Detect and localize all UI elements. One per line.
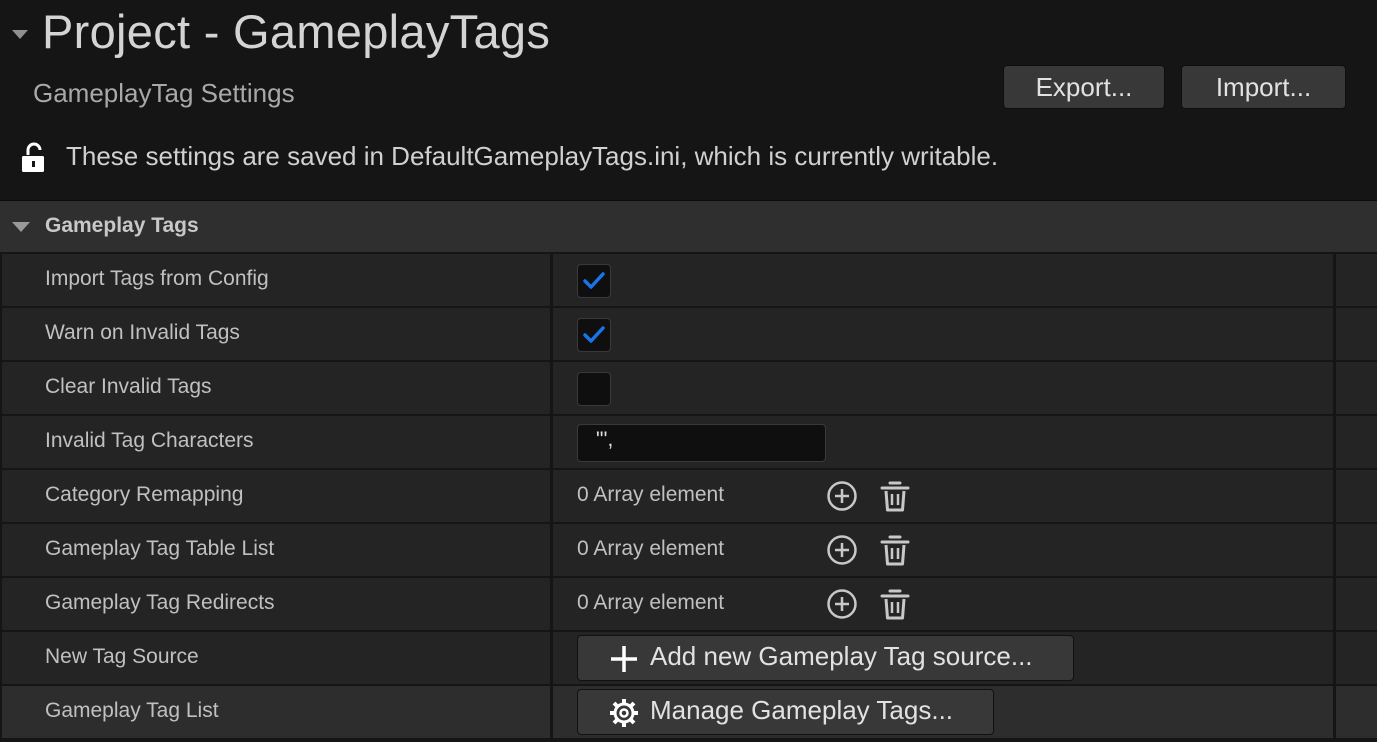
category-gameplay-tags[interactable]: Gameplay Tags: [0, 200, 1377, 252]
property-label: Import Tags from Config: [45, 267, 269, 290]
property-list: Import Tags from Config Warn on Invalid …: [0, 252, 1377, 738]
plus-circle-icon[interactable]: [826, 480, 858, 512]
property-row-table-list: Gameplay Tag Table List 0 Array element: [0, 522, 1377, 576]
property-label: Clear Invalid Tags: [45, 375, 212, 398]
gear-icon: [610, 699, 638, 727]
property-row-category-remapping: Category Remapping 0 Array element: [0, 468, 1377, 522]
import-button[interactable]: Import...: [1181, 65, 1346, 109]
manage-tags-button[interactable]: Manage Gameplay Tags...: [577, 689, 994, 735]
property-row-invalid-chars: Invalid Tag Characters "',: [0, 414, 1377, 468]
plus-icon: [611, 646, 637, 672]
property-label: Gameplay Tag List: [45, 699, 219, 722]
page-title: Project - GameplayTags: [42, 5, 551, 58]
config-writable-notice: These settings are saved in DefaultGamep…: [66, 141, 999, 171]
collapse-arrow-icon[interactable]: [12, 30, 28, 39]
plus-circle-icon[interactable]: [826, 588, 858, 620]
warn-invalid-checkbox[interactable]: [577, 318, 611, 352]
plus-circle-icon[interactable]: [826, 534, 858, 566]
checkmark-icon: [583, 326, 605, 343]
page-subtitle: GameplayTag Settings: [33, 78, 295, 108]
property-row-tag-list: Gameplay Tag List Manage Gameplay Tags..…: [0, 684, 1377, 738]
property-label: Gameplay Tag Redirects: [45, 591, 275, 614]
property-row-import-tags: Import Tags from Config: [0, 252, 1377, 306]
button-label: Manage Gameplay Tags...: [650, 695, 954, 725]
trash-icon[interactable]: [880, 533, 910, 567]
property-label: Invalid Tag Characters: [45, 429, 254, 452]
trash-icon[interactable]: [880, 479, 910, 513]
export-button[interactable]: Export...: [1003, 65, 1165, 109]
array-count: 0 Array element: [577, 591, 725, 614]
checkmark-icon: [583, 272, 605, 289]
invalid-chars-input[interactable]: "',: [577, 424, 826, 462]
property-label: Gameplay Tag Table List: [45, 537, 275, 560]
import-tags-checkbox[interactable]: [577, 264, 611, 298]
property-label: Category Remapping: [45, 483, 244, 506]
add-tag-source-button[interactable]: Add new Gameplay Tag source...: [577, 635, 1074, 681]
trash-icon[interactable]: [880, 587, 910, 621]
category-label: Gameplay Tags: [45, 214, 199, 237]
settings-header: Project - GameplayTags GameplayTag Setti…: [0, 0, 1377, 200]
array-count: 0 Array element: [577, 483, 725, 506]
button-label: Add new Gameplay Tag source...: [650, 641, 1033, 671]
unlocked-lock-icon[interactable]: [19, 141, 49, 173]
property-row-warn-invalid: Warn on Invalid Tags: [0, 306, 1377, 360]
project-settings-panel: Project - GameplayTags GameplayTag Setti…: [0, 0, 1377, 742]
property-label: New Tag Source: [45, 645, 199, 668]
expand-arrow-icon[interactable]: [12, 222, 30, 232]
array-count: 0 Array element: [577, 537, 725, 560]
property-label: Warn on Invalid Tags: [45, 321, 240, 344]
clear-invalid-checkbox[interactable]: [577, 372, 611, 406]
property-row-clear-invalid: Clear Invalid Tags: [0, 360, 1377, 414]
property-row-redirects: Gameplay Tag Redirects 0 Array element: [0, 576, 1377, 630]
property-row-new-tag-source: New Tag Source Add new Gameplay Tag sour…: [0, 630, 1377, 684]
